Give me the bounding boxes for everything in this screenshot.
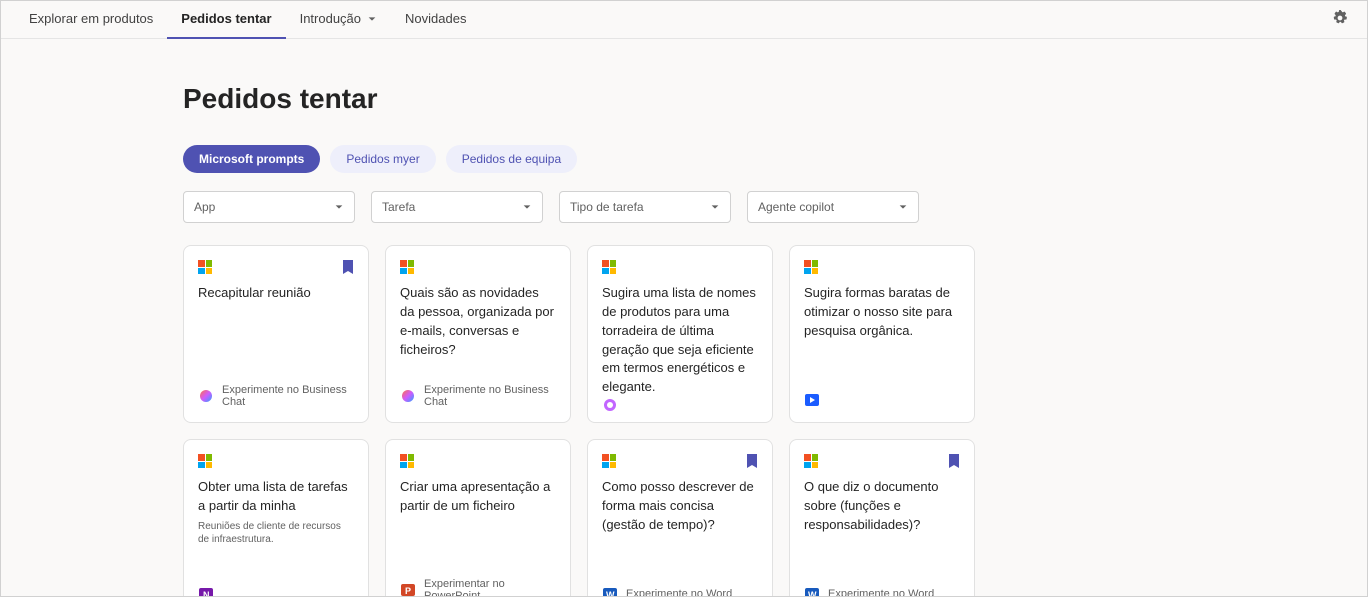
filter-task-type[interactable]: Tipo de tarefa bbox=[559, 191, 731, 223]
card-footer: P Experimentar no PowerPoint bbox=[400, 578, 556, 597]
prompt-card[interactable]: Recapitular reunião Experimente no Busin… bbox=[183, 245, 369, 423]
chip-group: Microsoft prompts Pedidos myer Pedidos d… bbox=[179, 145, 1189, 173]
bookmark-icon[interactable] bbox=[746, 454, 758, 468]
card-footer bbox=[602, 397, 758, 413]
copilot-icon bbox=[400, 388, 416, 404]
word-icon: W bbox=[804, 586, 820, 597]
card-subtitle: Reuniões de cliente de recursos de infra… bbox=[198, 520, 354, 546]
card-header bbox=[602, 260, 758, 274]
card-title: Quais são as novidades da pessoa, organi… bbox=[400, 284, 556, 359]
filter-label: Tarefa bbox=[382, 200, 415, 214]
card-footer: Experimente no Business Chat bbox=[198, 384, 354, 408]
filter-app[interactable]: App bbox=[183, 191, 355, 223]
card-footer-text: Experimente no Word bbox=[626, 588, 732, 597]
word-icon: W bbox=[602, 586, 618, 597]
svg-text:P: P bbox=[405, 586, 411, 596]
nav-tab-prompts[interactable]: Pedidos tentar bbox=[167, 1, 285, 39]
prompt-card[interactable]: Sugira formas baratas de otimizar o noss… bbox=[789, 245, 975, 423]
chevron-down-icon bbox=[334, 202, 344, 212]
card-header bbox=[400, 260, 556, 274]
card-header bbox=[198, 260, 354, 274]
svg-text:N: N bbox=[203, 590, 210, 597]
nav-tab-explore[interactable]: Explorar em produtos bbox=[15, 1, 167, 39]
svg-text:W: W bbox=[606, 590, 615, 597]
nav-tab-intro[interactable]: Introdução bbox=[286, 1, 391, 39]
card-footer: Experimente no Business Chat bbox=[400, 384, 556, 408]
card-title: Sugira formas baratas de otimizar o noss… bbox=[804, 284, 960, 341]
card-header bbox=[804, 260, 960, 274]
card-footer-text: Experimentar no PowerPoint bbox=[424, 578, 556, 597]
page-title: Pedidos tentar bbox=[179, 83, 1189, 115]
prompt-card[interactable]: Criar uma apresentação a partir de um fi… bbox=[385, 439, 571, 597]
filter-row: App Tarefa Tipo de tarefa Agente copilot bbox=[179, 191, 1189, 223]
nav-tab-news[interactable]: Novidades bbox=[391, 1, 480, 39]
card-footer: W Experimente no Word bbox=[804, 586, 960, 597]
prompt-card[interactable]: O que diz o documento sobre (funções e r… bbox=[789, 439, 975, 597]
nav-tab-label: Novidades bbox=[405, 11, 466, 26]
microsoft-logo-icon bbox=[198, 260, 212, 274]
microsoft-logo-icon bbox=[400, 260, 414, 274]
main-content: Pedidos tentar Microsoft prompts Pedidos… bbox=[179, 39, 1189, 597]
filter-task[interactable]: Tarefa bbox=[371, 191, 543, 223]
svg-text:W: W bbox=[808, 590, 817, 597]
clipchamp-icon bbox=[804, 392, 820, 408]
microsoft-logo-icon bbox=[602, 260, 616, 274]
filter-label: Tipo de tarefa bbox=[570, 200, 644, 214]
card-title: O que diz o documento sobre (funções e r… bbox=[804, 478, 960, 535]
card-footer-text: Experimente no Business Chat bbox=[222, 384, 354, 408]
chevron-down-icon bbox=[898, 202, 908, 212]
chip-label: Pedidos myer bbox=[346, 152, 419, 166]
chip-microsoft-prompts[interactable]: Microsoft prompts bbox=[183, 145, 320, 173]
filter-copilot-agent[interactable]: Agente copilot bbox=[747, 191, 919, 223]
card-title: Sugira uma lista de nomes de produtos pa… bbox=[602, 284, 758, 397]
nav-tab-label: Explorar em produtos bbox=[29, 11, 153, 26]
chip-team-prompts[interactable]: Pedidos de equipa bbox=[446, 145, 577, 173]
loop-icon bbox=[602, 397, 618, 413]
nav-tab-label: Introdução bbox=[300, 11, 361, 26]
card-footer: N bbox=[198, 586, 354, 597]
gear-icon bbox=[1332, 10, 1348, 29]
settings-button[interactable] bbox=[1331, 11, 1349, 29]
card-title: Criar uma apresentação a partir de um fi… bbox=[400, 478, 556, 516]
bookmark-icon[interactable] bbox=[342, 260, 354, 274]
card-title: Obter uma lista de tarefas a partir da m… bbox=[198, 478, 354, 516]
nav-tab-label: Pedidos tentar bbox=[181, 11, 271, 26]
top-nav: Explorar em produtos Pedidos tentar Intr… bbox=[1, 1, 1367, 39]
microsoft-logo-icon bbox=[602, 454, 616, 468]
card-header bbox=[198, 454, 354, 468]
chevron-down-icon bbox=[367, 14, 377, 24]
chevron-down-icon bbox=[710, 202, 720, 212]
card-footer-text: Experimente no Word bbox=[828, 588, 934, 597]
powerpoint-icon: P bbox=[400, 582, 416, 597]
prompt-card[interactable]: Como posso descrever de forma mais conci… bbox=[587, 439, 773, 597]
onenote-icon: N bbox=[198, 586, 214, 597]
copilot-icon bbox=[198, 388, 214, 404]
card-footer: W Experimente no Word bbox=[602, 586, 758, 597]
filter-label: App bbox=[194, 200, 215, 214]
chip-label: Microsoft prompts bbox=[199, 152, 304, 166]
microsoft-logo-icon bbox=[804, 454, 818, 468]
card-header bbox=[400, 454, 556, 468]
card-header bbox=[804, 454, 960, 468]
filter-label: Agente copilot bbox=[758, 200, 834, 214]
chip-label: Pedidos de equipa bbox=[462, 152, 561, 166]
card-grid: Recapitular reunião Experimente no Busin… bbox=[179, 245, 1189, 597]
card-footer bbox=[804, 392, 960, 408]
microsoft-logo-icon bbox=[804, 260, 818, 274]
app-frame: Explorar em produtos Pedidos tentar Intr… bbox=[0, 0, 1368, 597]
card-header bbox=[602, 454, 758, 468]
chip-my-prompts[interactable]: Pedidos myer bbox=[330, 145, 435, 173]
card-title: Recapitular reunião bbox=[198, 284, 354, 303]
prompt-card[interactable]: Obter uma lista de tarefas a partir da m… bbox=[183, 439, 369, 597]
prompt-card[interactable]: Sugira uma lista de nomes de produtos pa… bbox=[587, 245, 773, 423]
card-title: Como posso descrever de forma mais conci… bbox=[602, 478, 758, 535]
microsoft-logo-icon bbox=[198, 454, 212, 468]
prompt-card[interactable]: Quais são as novidades da pessoa, organi… bbox=[385, 245, 571, 423]
card-footer-text: Experimente no Business Chat bbox=[424, 384, 556, 408]
chevron-down-icon bbox=[522, 202, 532, 212]
microsoft-logo-icon bbox=[400, 454, 414, 468]
bookmark-icon[interactable] bbox=[948, 454, 960, 468]
